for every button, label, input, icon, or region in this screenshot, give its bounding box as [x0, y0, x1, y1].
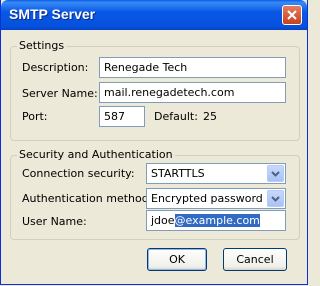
chevron-down-icon: [271, 195, 280, 202]
connection-security-value: STARTTLS: [151, 167, 205, 180]
cancel-button[interactable]: Cancel: [223, 248, 287, 271]
port-field[interactable]: 587: [99, 106, 145, 127]
description-label: Description:: [22, 61, 89, 74]
username-label: User Name:: [22, 215, 87, 228]
username-selected-text: @example.com: [174, 214, 260, 227]
chevron-down-icon: [271, 170, 280, 177]
default-port-label: Default:: [154, 110, 198, 123]
username-text: jdoe: [151, 214, 175, 227]
server-name-field[interactable]: mail.renegadetech.com: [99, 82, 286, 103]
default-port-value: 25: [203, 110, 217, 123]
security-group-title: Security and Authentication: [17, 148, 175, 162]
username-field[interactable]: jdoe@example.com: [146, 210, 286, 231]
title-bar[interactable]: SMTP Server: [1, 0, 307, 30]
close-button[interactable]: [282, 5, 302, 25]
auth-method-select[interactable]: Encrypted password: [146, 188, 286, 209]
settings-group-title: Settings: [17, 39, 67, 53]
window-title: SMTP Server: [9, 6, 96, 22]
auth-dropdown-button[interactable]: [267, 190, 284, 207]
server-name-label: Server Name:: [22, 87, 98, 100]
description-field[interactable]: Renegade Tech: [99, 57, 286, 78]
auth-method-label: Authentication method:: [22, 192, 153, 205]
connection-security-select[interactable]: STARTTLS: [146, 163, 286, 184]
connection-security-label: Connection security:: [22, 167, 135, 180]
smtp-server-dialog: SMTP Server Settings Description: Renega…: [0, 0, 308, 285]
auth-method-value: Encrypted password: [151, 192, 263, 205]
connection-dropdown-button[interactable]: [267, 165, 284, 182]
port-label: Port:: [22, 110, 48, 123]
ok-button[interactable]: OK: [147, 248, 207, 271]
close-icon: [287, 10, 297, 20]
